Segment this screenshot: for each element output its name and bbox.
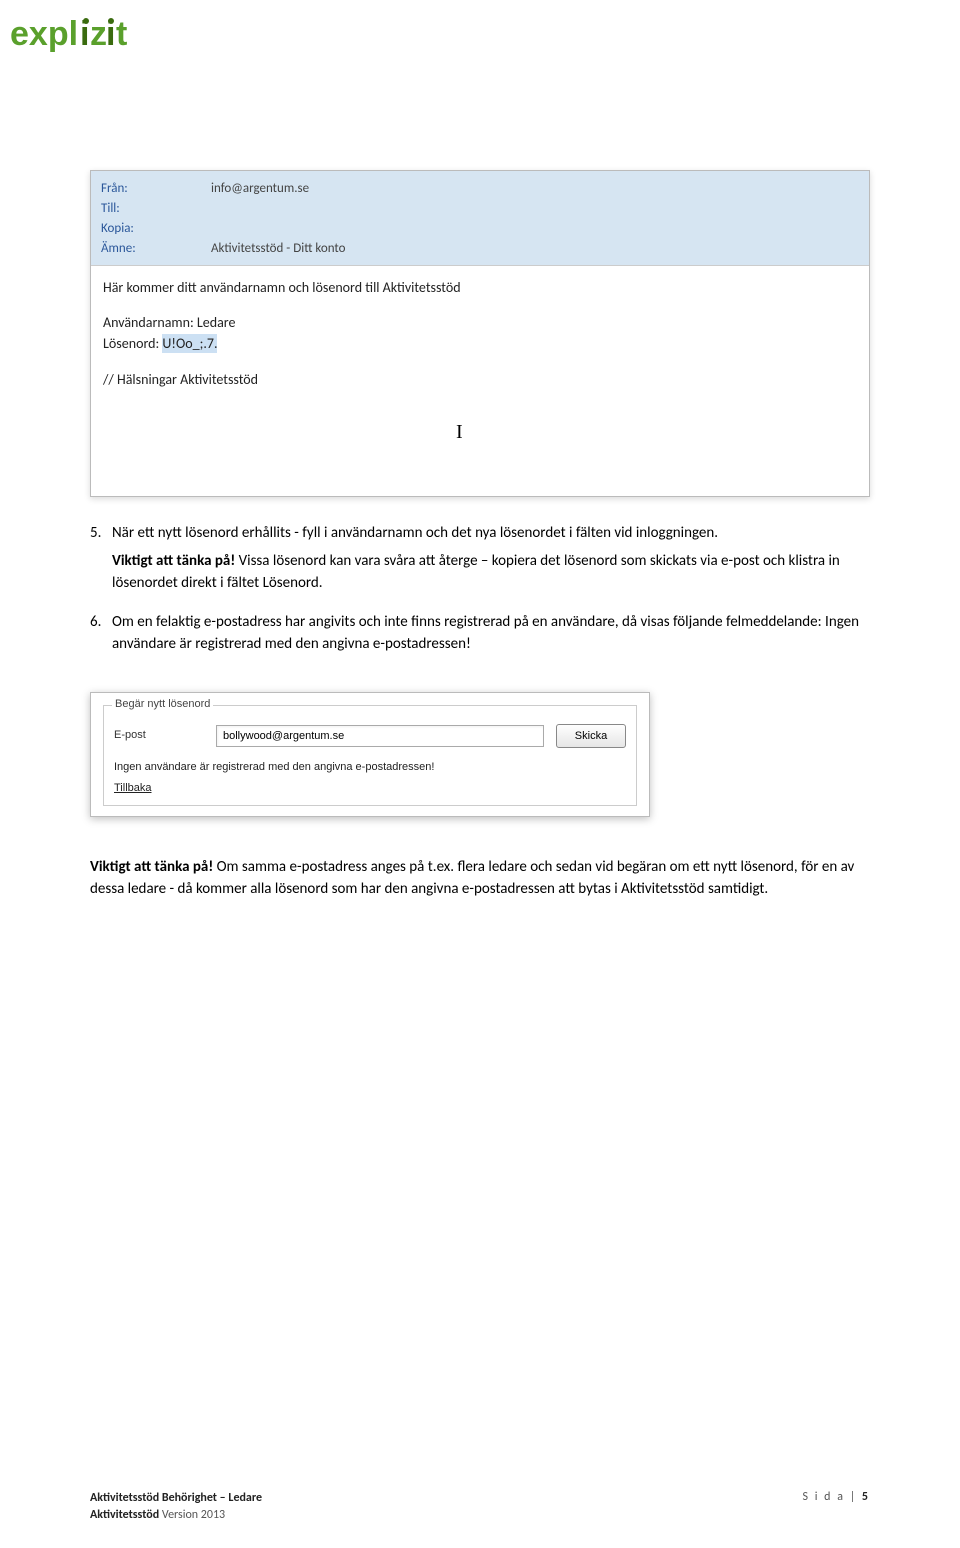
email-body: Här kommer ditt användarnamn och lösenor… — [91, 266, 869, 496]
send-button[interactable]: Skicka — [556, 724, 626, 748]
request-password-fieldset: Begär nytt lösenord E-post Skicka Ingen … — [103, 705, 637, 807]
fieldset-legend: Begär nytt lösenord — [112, 697, 213, 713]
explizit-logo-svg: expl i z i t — [10, 15, 180, 57]
final-important-label: Viktigt att tänka på! — [90, 858, 213, 876]
step-5-text: När ett nytt lösenord erhållits - fyll i… — [112, 523, 870, 545]
brand-logo: expl i z i t — [10, 15, 180, 57]
email-subject-row: Ämne: Aktivitetsstöd - Ditt konto — [101, 239, 859, 259]
document-body: 5. När ett nytt lösenord erhållits - fyl… — [90, 523, 870, 901]
step-6-text: Om en felaktig e-postadress har angivits… — [112, 612, 870, 656]
svg-text:z: z — [90, 15, 107, 53]
email-input-label: E-post — [114, 728, 204, 744]
email-form-row: E-post Skicka — [114, 724, 626, 748]
footer-version: Version 2013 — [159, 1508, 225, 1522]
email-password-line: Lösenord: U!Oo_;.7. — [103, 333, 857, 354]
email-from-label: Från: — [101, 179, 211, 199]
email-credentials: Användarnamn: Ledare Lösenord: U!Oo_;.7. — [103, 312, 857, 354]
email-subject-label: Ämne: — [101, 239, 211, 259]
step-5: 5. När ett nytt lösenord erhållits - fyl… — [90, 523, 870, 594]
footer-left: Aktivitetsstöd Behörighet – Ledare Aktiv… — [90, 1490, 262, 1524]
email-subject-value: Aktivitetsstöd - Ditt konto — [211, 239, 346, 259]
footer-product: Aktivitetsstöd — [90, 1508, 159, 1522]
error-message: Ingen användare är registrerad med den a… — [114, 760, 626, 776]
step-5-important-label: Viktigt att tänka på! — [112, 552, 235, 570]
email-from-value: info@argentum.se — [211, 179, 309, 199]
text-cursor-icon: I — [456, 421, 463, 444]
email-password-value: U!Oo_;.7. — [162, 334, 217, 353]
email-cc-label: Kopia: — [101, 219, 211, 239]
email-to-row: Till: — [101, 199, 859, 219]
request-password-panel: Begär nytt lösenord E-post Skicka Ingen … — [90, 692, 650, 818]
final-note: Viktigt att tänka på! Om samma e-postadr… — [90, 857, 870, 901]
step-5-body: När ett nytt lösenord erhållits - fyll i… — [112, 523, 870, 545]
email-from-row: Från: info@argentum.se — [101, 179, 859, 199]
footer-right: S i d a | 5 — [802, 1490, 870, 1524]
svg-text:t: t — [116, 15, 127, 53]
email-password-label: Lösenord: — [103, 335, 162, 352]
email-preview-panel: Från: info@argentum.se Till: Kopia: Ämne… — [90, 170, 870, 497]
page-footer: Aktivitetsstöd Behörighet – Ledare Aktiv… — [90, 1490, 870, 1524]
email-to-label: Till: — [101, 199, 211, 219]
step-5-number: 5. — [90, 523, 112, 545]
page-number: 5 — [862, 1490, 870, 1504]
step-6-number: 6. — [90, 612, 112, 656]
email-cc-row: Kopia: — [101, 219, 859, 239]
back-link[interactable]: Tillbaka — [114, 781, 152, 797]
email-intro: Här kommer ditt användarnamn och lösenor… — [103, 278, 857, 298]
footer-title: Aktivitetsstöd Behörighet – Ledare — [90, 1491, 262, 1505]
step-6: 6. Om en felaktig e-postadress har angiv… — [90, 612, 870, 656]
email-signoff: // Hälsningar Aktivitetsstöd — [103, 370, 857, 390]
email-username-line: Användarnamn: Ledare — [103, 312, 857, 333]
email-header: Från: info@argentum.se Till: Kopia: Ämne… — [91, 171, 869, 266]
page-label: S i d a | — [802, 1490, 861, 1504]
email-input[interactable] — [216, 725, 544, 747]
svg-text:expl: expl — [10, 15, 78, 53]
